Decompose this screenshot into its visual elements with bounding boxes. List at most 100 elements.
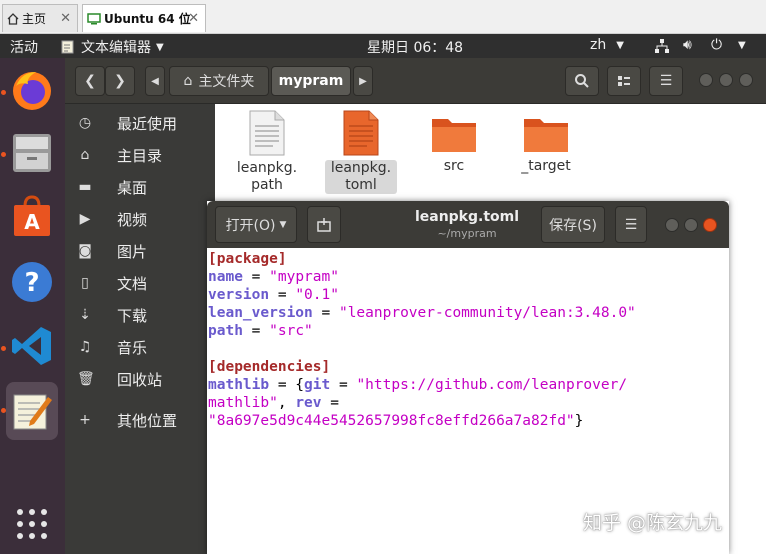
- text-editor-icon: [61, 40, 74, 54]
- show-applications-button[interactable]: [6, 498, 58, 550]
- code-line: [package]: [208, 251, 287, 267]
- code-line: mathlib = {git = "https://github.com/lea…: [208, 377, 628, 393]
- power-icon[interactable]: ⏻: [711, 37, 722, 53]
- hamburger-icon: ☰: [659, 73, 673, 89]
- file-item-leanpkg-path[interactable]: leanpkg. path: [231, 110, 303, 194]
- top-panel: 活动 文本编辑器 ▼ 星期日 06：48 zh ▼ 🔊︎ ⏻ ▼: [0, 34, 766, 58]
- sidebar-item-documents[interactable]: ▯ 文档: [65, 269, 215, 297]
- file-name: leanpkg. toml: [325, 160, 397, 194]
- new-document-button[interactable]: [307, 206, 341, 243]
- minimize-button[interactable]: [699, 73, 713, 87]
- save-button[interactable]: 保存(S): [541, 206, 605, 243]
- open-button-label: 打开(O): [225, 217, 276, 234]
- maximize-button[interactable]: [684, 218, 698, 232]
- maximize-button[interactable]: [719, 73, 733, 87]
- menu-button[interactable]: ☰: [615, 206, 647, 243]
- path-home-button[interactable]: ⌂ 主文件夹: [169, 66, 269, 96]
- sidebar-item-other-locations[interactable]: + 其他位置: [65, 406, 215, 434]
- code-line: [dependencies]: [208, 359, 331, 375]
- trash-icon: 🗑︎: [77, 371, 95, 387]
- path-scroll-right[interactable]: ▶: [353, 66, 373, 96]
- tab-home[interactable]: 主页 ✕: [2, 4, 78, 32]
- file-item-src[interactable]: src: [418, 114, 490, 175]
- vscode-icon: [12, 327, 51, 365]
- activities-button[interactable]: 活动: [10, 37, 38, 57]
- code-view[interactable]: [package] name = "mypram" version = "0.1…: [207, 250, 729, 550]
- code-line: name = "mypram": [208, 269, 339, 285]
- file-name: _target: [521, 158, 571, 174]
- view-toggle-button[interactable]: [607, 66, 641, 96]
- clock-icon: ◷: [78, 115, 92, 131]
- sidebar-item-videos[interactable]: ▶ 视频: [65, 205, 215, 233]
- menu-button[interactable]: ☰: [649, 66, 683, 96]
- clock[interactable]: 星期日 06：48: [367, 37, 463, 57]
- chevron-down-icon: ▼: [279, 219, 287, 230]
- close-icon[interactable]: ✕: [188, 11, 199, 26]
- file-item-target[interactable]: _target: [510, 114, 582, 175]
- sidebar-item-label: 其他位置: [117, 411, 178, 430]
- document-title: leanpkg.toml: [414, 209, 520, 225]
- folder-icon: ▬: [78, 179, 92, 195]
- volume-icon[interactable]: 🔊︎: [683, 37, 692, 53]
- search-button[interactable]: [565, 66, 599, 96]
- chevron-left-icon: ◀: [151, 75, 159, 87]
- file-name: src: [443, 158, 465, 174]
- help-launcher[interactable]: ?: [6, 256, 58, 308]
- app-menu[interactable]: 文本编辑器 ▼: [60, 37, 164, 57]
- sidebar-item-label: 桌面: [117, 178, 148, 197]
- open-button[interactable]: 打开(O) ▼: [215, 206, 297, 243]
- chevron-down-icon[interactable]: ▼: [738, 40, 746, 51]
- files-launcher[interactable]: [6, 126, 58, 178]
- plus-icon: +: [79, 412, 91, 428]
- new-document-icon: [317, 217, 331, 232]
- folder-icon: [524, 119, 568, 152]
- sidebar-item-trash[interactable]: 🗑︎ 回收站: [65, 365, 215, 393]
- language-indicator[interactable]: zh ▼: [590, 37, 624, 53]
- sidebar-item-downloads[interactable]: ⇣ 下载: [65, 301, 215, 329]
- sidebar-item-recent[interactable]: ◷ 最近使用: [65, 109, 215, 137]
- sidebar-item-music[interactable]: ♫ 音乐: [65, 333, 215, 361]
- text-editor-launcher[interactable]: [6, 382, 58, 440]
- running-indicator: [1, 408, 6, 413]
- running-indicator: [1, 346, 6, 351]
- home-icon: ⌂: [183, 73, 193, 89]
- sidebar-item-pictures[interactable]: ◙ 图片: [65, 237, 215, 265]
- files-headerbar: ❮ ❯ ◀ ⌂ 主文件夹 mypram ▶ ☰: [65, 58, 766, 104]
- tab-ubuntu[interactable]: Ubuntu 64 位 ✕: [82, 4, 206, 32]
- language-label: zh: [590, 37, 607, 53]
- firefox-icon: [13, 72, 51, 110]
- home-icon: ⌂: [80, 147, 90, 163]
- svg-text:?: ?: [24, 268, 39, 298]
- sidebar-item-label: 文档: [117, 274, 148, 293]
- firefox-launcher[interactable]: [6, 64, 58, 116]
- minimize-button[interactable]: [665, 218, 679, 232]
- chevron-right-icon: ❯: [114, 73, 126, 89]
- forward-button[interactable]: ❯: [105, 66, 135, 96]
- home-icon: [7, 12, 19, 25]
- sidebar-item-label: 音乐: [117, 338, 148, 357]
- sidebar-item-label: 最近使用: [117, 114, 178, 133]
- path-current-button[interactable]: mypram: [271, 66, 351, 96]
- network-icon[interactable]: [654, 38, 670, 58]
- watermark: 知乎 @陈玄九九: [583, 512, 723, 534]
- path-scroll-left[interactable]: ◀: [145, 66, 165, 96]
- code-line: "8a697e5d9c44e5452657998fc8effd266a7a82f…: [208, 413, 584, 429]
- sidebar-item-desktop[interactable]: ▬ 桌面: [65, 173, 215, 201]
- tab-home-label: 主页: [22, 12, 47, 26]
- file-item-leanpkg-toml[interactable]: leanpkg. toml: [325, 110, 397, 194]
- vscode-launcher[interactable]: [6, 320, 58, 372]
- places-sidebar: ◷ 最近使用 ⌂ 主目录 ▬ 桌面 ▶ 视频 ◙ 图片 ▯ 文档 ⇣ 下载 ♫: [65, 104, 215, 554]
- svg-text:A: A: [24, 210, 40, 234]
- close-icon[interactable]: ✕: [60, 11, 71, 26]
- grid-icon: [17, 509, 47, 539]
- chevron-down-icon: ▼: [156, 41, 164, 53]
- sidebar-item-home[interactable]: ⌂ 主目录: [65, 141, 215, 169]
- close-button[interactable]: [739, 73, 753, 87]
- file-cabinet-icon: [13, 134, 51, 172]
- folder-icon: [432, 119, 476, 152]
- document-path: ~/mypram: [437, 227, 497, 240]
- software-center-launcher[interactable]: A: [6, 190, 58, 242]
- close-button[interactable]: [703, 218, 717, 232]
- back-button[interactable]: ❮: [75, 66, 105, 96]
- search-icon: [575, 74, 589, 88]
